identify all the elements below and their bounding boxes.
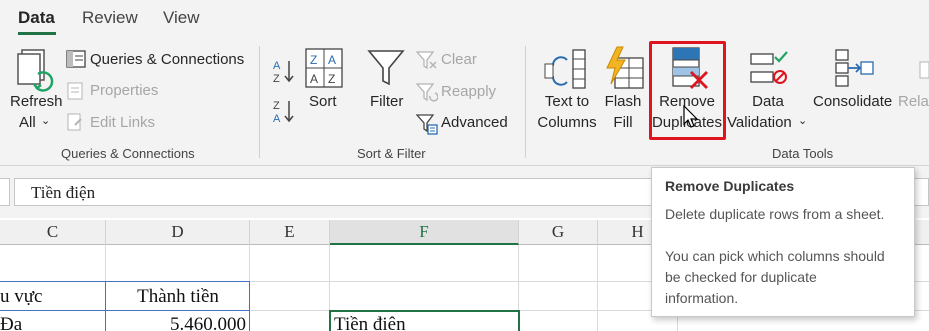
active-tab-indicator [18,32,56,35]
column-header-g[interactable]: G [519,220,598,245]
tooltip-line-2: You can pick which columns should [665,248,885,264]
svg-text:A: A [310,72,318,86]
formula-bar-value: Tiền điện [31,183,96,202]
svg-text:Z: Z [273,100,280,112]
queries-connections-label: Queries & Connections [90,51,245,68]
chevron-down-icon: ⌄ [41,115,51,127]
data-validation-label-1: Data [752,93,784,110]
cell-c-header[interactable]: u vực [0,286,42,308]
sort-az-icon[interactable]: A Z [272,58,296,84]
svg-text:A: A [273,60,281,72]
tooltip-line-1: Delete duplicate rows from a sheet. [665,206,885,222]
text-to-columns-label-2: Columns [537,114,597,131]
svg-text:A: A [328,53,336,67]
tab-data[interactable]: Data [18,8,55,28]
tab-review[interactable]: Review [82,8,138,28]
svg-text:Z: Z [328,72,335,86]
group-separator [259,46,260,158]
reapply-label: Reapply [441,83,497,100]
column-header-d[interactable]: D [106,220,250,245]
cell-d-value[interactable]: 5.460.000 [106,314,246,331]
tooltip-title: Remove Duplicates [665,178,795,194]
group-label-data-tools: Data Tools [772,146,834,161]
text-to-columns-icon [544,49,586,89]
text-to-columns-label-1: Text to [544,93,590,110]
column-header-f[interactable]: F [330,220,519,245]
properties-label: Properties [90,82,159,99]
edit-links-label: Edit Links [90,114,156,131]
svg-text:Z: Z [310,53,317,67]
flash-fill-label-2: Fill [613,114,633,131]
sort-icon: Z A A Z [305,48,343,88]
properties-icon [67,82,83,100]
cell-f-value[interactable]: Tiền điện [334,314,406,331]
tooltip-line-3: be checked for duplicate [665,269,817,285]
filter-icon [367,50,405,86]
mouse-cursor-icon [683,105,699,128]
relationships-icon [919,61,929,79]
ribbon: Refresh All ⌄ Queries & Connections Prop… [0,38,929,166]
remove-duplicates-tooltip: Remove Duplicates Delete duplicate rows … [651,167,915,317]
ribbon-tab-bar: Data Review View [0,0,929,38]
tooltip-line-4: information. [665,290,739,306]
column-header-c[interactable]: C [0,220,106,245]
queries-connections-icon [66,50,86,68]
refresh-all-icon [17,49,54,92]
data-validation-icon [750,51,788,84]
chevron-down-icon: ⌄ [798,115,808,127]
consolidate-label: Consolidate [813,93,893,110]
grid-line [597,245,598,331]
advanced-filter-icon [416,114,438,135]
refresh-label-1: Refresh [10,93,63,110]
group-label-queries: Queries & Connections [61,146,195,161]
refresh-label-2: All [19,114,36,131]
consolidate-icon [835,49,874,87]
flash-fill-label-1: Flash [604,93,642,110]
name-box[interactable] [0,178,10,206]
cell-c-value[interactable]: Đa [0,314,22,331]
sort-za-icon[interactable]: Z A [272,98,296,124]
svg-text:A: A [273,113,281,124]
filter-label: Filter [370,93,404,110]
group-label-sort-filter: Sort & Filter [357,146,426,161]
relationships-label: Relat [898,93,929,110]
advanced-label: Advanced [441,114,508,131]
tab-view[interactable]: View [163,8,200,28]
group-separator [525,46,526,158]
clear-label: Clear [441,51,477,68]
data-validation-label-2: Validation [727,114,792,131]
reapply-icon [416,83,438,102]
cell-d-header[interactable]: Thành tiền [106,286,250,308]
column-header-e[interactable]: E [250,220,330,245]
edit-links-icon [67,113,82,131]
svg-text:Z: Z [273,73,280,84]
sort-label: Sort [309,93,337,110]
flash-fill-icon [606,46,644,89]
clear-filter-icon [416,51,437,70]
table-border [0,310,250,311]
